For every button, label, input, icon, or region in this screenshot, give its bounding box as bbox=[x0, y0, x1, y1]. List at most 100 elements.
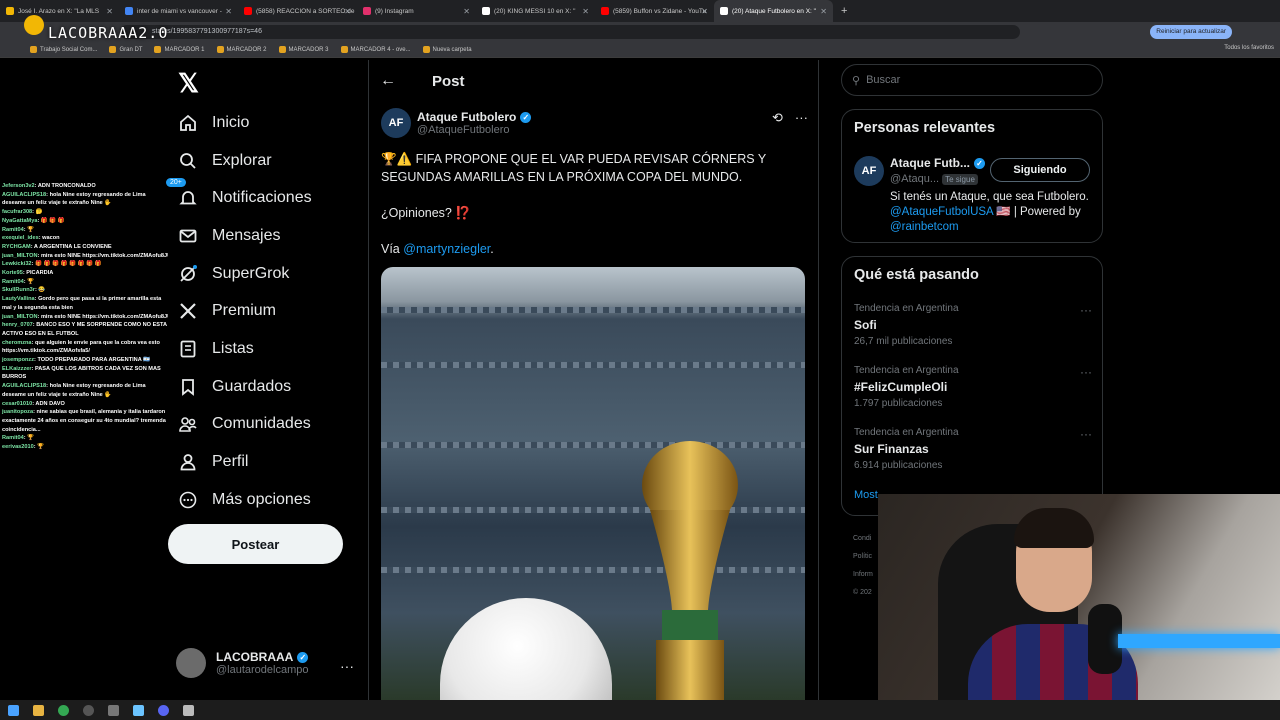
footer-link[interactable]: Polític bbox=[853, 548, 873, 566]
relevant-avatar[interactable]: AF bbox=[854, 156, 884, 186]
chat-username: Ramit04 bbox=[2, 278, 24, 285]
sidebar-item-inicio[interactable]: Inicio bbox=[168, 104, 312, 142]
relevant-name[interactable]: Ataque Futb... ✓ bbox=[890, 156, 985, 170]
sidebar-item-notificaciones[interactable]: 20+ Notificaciones bbox=[166, 178, 312, 217]
list-icon bbox=[178, 339, 198, 359]
footer-link[interactable]: Condi bbox=[853, 530, 873, 548]
discord-icon[interactable] bbox=[158, 704, 169, 716]
close-tab-icon[interactable]: ✕ bbox=[225, 7, 232, 16]
post-author[interactable]: AF Ataque Futbolero ✓ @AtaqueFutbolero bbox=[381, 108, 532, 138]
new-tab-button[interactable]: + bbox=[833, 5, 855, 17]
sidebar-item-comunidades[interactable]: Comunidades bbox=[168, 406, 312, 444]
sidebar-item-listas[interactable]: Listas bbox=[168, 330, 312, 368]
relevant-handle[interactable]: @Ataqu... Te sigue bbox=[890, 173, 978, 185]
browser-tab[interactable]: (20) KING MESSI 10 en X: " ✕ bbox=[476, 0, 595, 22]
bookmark-item[interactable]: Trabajo Social Com... bbox=[30, 46, 97, 53]
browser-tab[interactable]: inter de miami vs vancouver - ✕ bbox=[119, 0, 238, 22]
browser-tab[interactable]: (9) Instagram ✕ bbox=[357, 0, 476, 22]
all-bookmarks-button[interactable]: Todos los favoritos bbox=[1224, 45, 1274, 51]
app-icon[interactable] bbox=[108, 704, 119, 716]
close-tab-icon[interactable]: ✕ bbox=[582, 7, 589, 16]
author-handle[interactable]: @AtaqueFutbolero bbox=[417, 124, 531, 136]
app-icon[interactable] bbox=[83, 704, 94, 716]
chat-text: 😂 bbox=[38, 287, 46, 294]
post-text-main: 🏆⚠️ FIFA PROPONE QUE EL VAR PUEDA REVISA… bbox=[381, 152, 766, 184]
post-button[interactable]: Postear bbox=[168, 524, 343, 564]
mention-link[interactable]: @martynziegler bbox=[403, 242, 490, 256]
following-button[interactable]: Siguiendo bbox=[990, 158, 1090, 182]
update-browser-button[interactable]: Reiniciar para actualizar bbox=[1150, 25, 1232, 39]
account-more-icon[interactable]: ··· bbox=[340, 658, 354, 674]
sidebar-item-premium[interactable]: Premium bbox=[168, 292, 312, 330]
bookmark-item[interactable]: Nueva carpeta bbox=[422, 46, 472, 53]
browser-tab[interactable]: José I. Arazo en X: "La MLS ✕ bbox=[0, 0, 119, 22]
chat-username: eerivas2010 bbox=[2, 444, 34, 451]
browser-tab[interactable]: (20) Ataque Futbolero en X: " ✕ bbox=[714, 0, 833, 22]
trend-item[interactable]: Tendencia en Argentina Sur Finanzas 6.914 … bbox=[854, 427, 1092, 471]
sidebar-item-mensajes[interactable]: Mensajes bbox=[168, 217, 312, 255]
sidebar-item-más-opciones[interactable]: Más opciones bbox=[168, 481, 312, 519]
bookmark-item[interactable]: MARCADOR 4 - ove... bbox=[340, 46, 411, 53]
folder-icon[interactable] bbox=[33, 704, 44, 716]
footer-link[interactable]: © 202 bbox=[853, 584, 873, 602]
trend-context: Tendencia en Argentina bbox=[854, 365, 959, 376]
search-input[interactable]: ⚲ Buscar bbox=[841, 64, 1103, 96]
close-tab-icon[interactable]: ✕ bbox=[701, 7, 708, 16]
bookmark-item[interactable]: MARCADOR 3 bbox=[278, 46, 329, 53]
sidebar-item-guardados[interactable]: Guardados bbox=[168, 368, 312, 406]
bookmark-item[interactable]: Gran DT bbox=[109, 46, 142, 53]
trend-more-icon[interactable]: ··· bbox=[1080, 365, 1092, 379]
close-tab-icon[interactable]: ✕ bbox=[463, 7, 470, 16]
chat-text: 🏆 bbox=[27, 226, 35, 233]
close-tab-icon[interactable]: ✕ bbox=[344, 7, 351, 16]
sidebar-item-label: Premium bbox=[212, 302, 277, 320]
communities-icon bbox=[178, 414, 198, 434]
more-options-icon[interactable]: ··· bbox=[795, 110, 808, 126]
browser-tab-strip: José I. Arazo en X: "La MLS ✕ inter de mia… bbox=[0, 0, 1280, 22]
bio-link[interactable]: @AtaqueFutbolUSA bbox=[890, 206, 993, 218]
chat-username: ELKaizzzer bbox=[2, 365, 32, 372]
chrome-icon[interactable] bbox=[58, 704, 69, 716]
trend-more-icon[interactable]: ··· bbox=[1080, 303, 1092, 317]
bookmark-item[interactable]: MARCADOR 1 bbox=[154, 46, 205, 53]
trend-more-icon[interactable]: ··· bbox=[1080, 427, 1092, 441]
start-icon[interactable] bbox=[8, 704, 19, 716]
account-switcher[interactable]: LACOBRAAA ✓ @lautarodelcampo bbox=[176, 648, 309, 678]
chat-message: cesar01010: ADN DAVO bbox=[2, 400, 65, 407]
app-icon[interactable] bbox=[133, 704, 144, 716]
trend-item[interactable]: Tendencia en Argentina #FelizCumpleOli 1.7… bbox=[854, 365, 1092, 409]
chat-username: cesar01010 bbox=[2, 400, 33, 407]
chat-text: TODO PREPARADO PARA ARGENTINA 🇦🇷 bbox=[37, 357, 151, 364]
chat-message: RYCHGAM: A ARGENTINA LE CONVIENE bbox=[2, 243, 112, 250]
chat-text: wacon bbox=[42, 235, 60, 242]
trend-count: 1.797 publicaciones bbox=[854, 398, 943, 409]
bookmark-icon bbox=[216, 46, 224, 53]
divider bbox=[818, 60, 819, 700]
chat-message: facufrar308: 🤔 bbox=[2, 209, 43, 216]
back-arrow-icon[interactable]: ← bbox=[380, 72, 396, 90]
footer-link[interactable]: Inform bbox=[853, 566, 873, 584]
sidebar-item-explorar[interactable]: Explorar bbox=[168, 142, 312, 180]
chat-message: juan_MILTON: mira esto NINE https://vm.t… bbox=[0, 313, 168, 322]
browser-tab[interactable]: (5858) REACCION a SORTEO de ✕ bbox=[238, 0, 357, 22]
close-tab-icon[interactable]: ✕ bbox=[820, 7, 827, 16]
trend-item[interactable]: Tendencia en Argentina Sofi 26,7 mil publi… bbox=[854, 303, 1092, 347]
grok-icon[interactable]: ⟲ bbox=[772, 110, 783, 126]
address-bar[interactable]: status/1995837791300977187s=46 bbox=[120, 25, 1020, 39]
close-tab-icon[interactable]: ✕ bbox=[106, 7, 113, 16]
show-more-link[interactable]: Most bbox=[854, 489, 878, 501]
browser-tab[interactable]: (5859) Buffon vs Zidane - YouTu ✕ bbox=[595, 0, 714, 22]
x-logo-icon[interactable]: 𝕏 bbox=[178, 68, 199, 99]
chat-text: mira esto NINE https://vm.tiktok.com/ZMA… bbox=[40, 252, 168, 259]
sidebar-item-label: Notificaciones bbox=[212, 189, 312, 207]
author-name[interactable]: Ataque Futbolero ✓ bbox=[417, 110, 532, 124]
tab-title: (5858) REACCION a SORTEO de bbox=[256, 7, 355, 15]
author-avatar[interactable]: AF bbox=[381, 108, 411, 138]
verified-icon: ✓ bbox=[974, 158, 985, 170]
sidebar-item-perfil[interactable]: Perfil bbox=[168, 443, 312, 481]
app-icon[interactable] bbox=[183, 704, 194, 716]
bio-link[interactable]: @rainbetcom bbox=[890, 221, 959, 233]
bookmark-item[interactable]: MARCADOR 2 bbox=[216, 46, 267, 53]
sidebar-item-supergrok[interactable]: SuperGrok bbox=[168, 255, 312, 293]
trend-topic: Sur Finanzas bbox=[854, 442, 929, 456]
